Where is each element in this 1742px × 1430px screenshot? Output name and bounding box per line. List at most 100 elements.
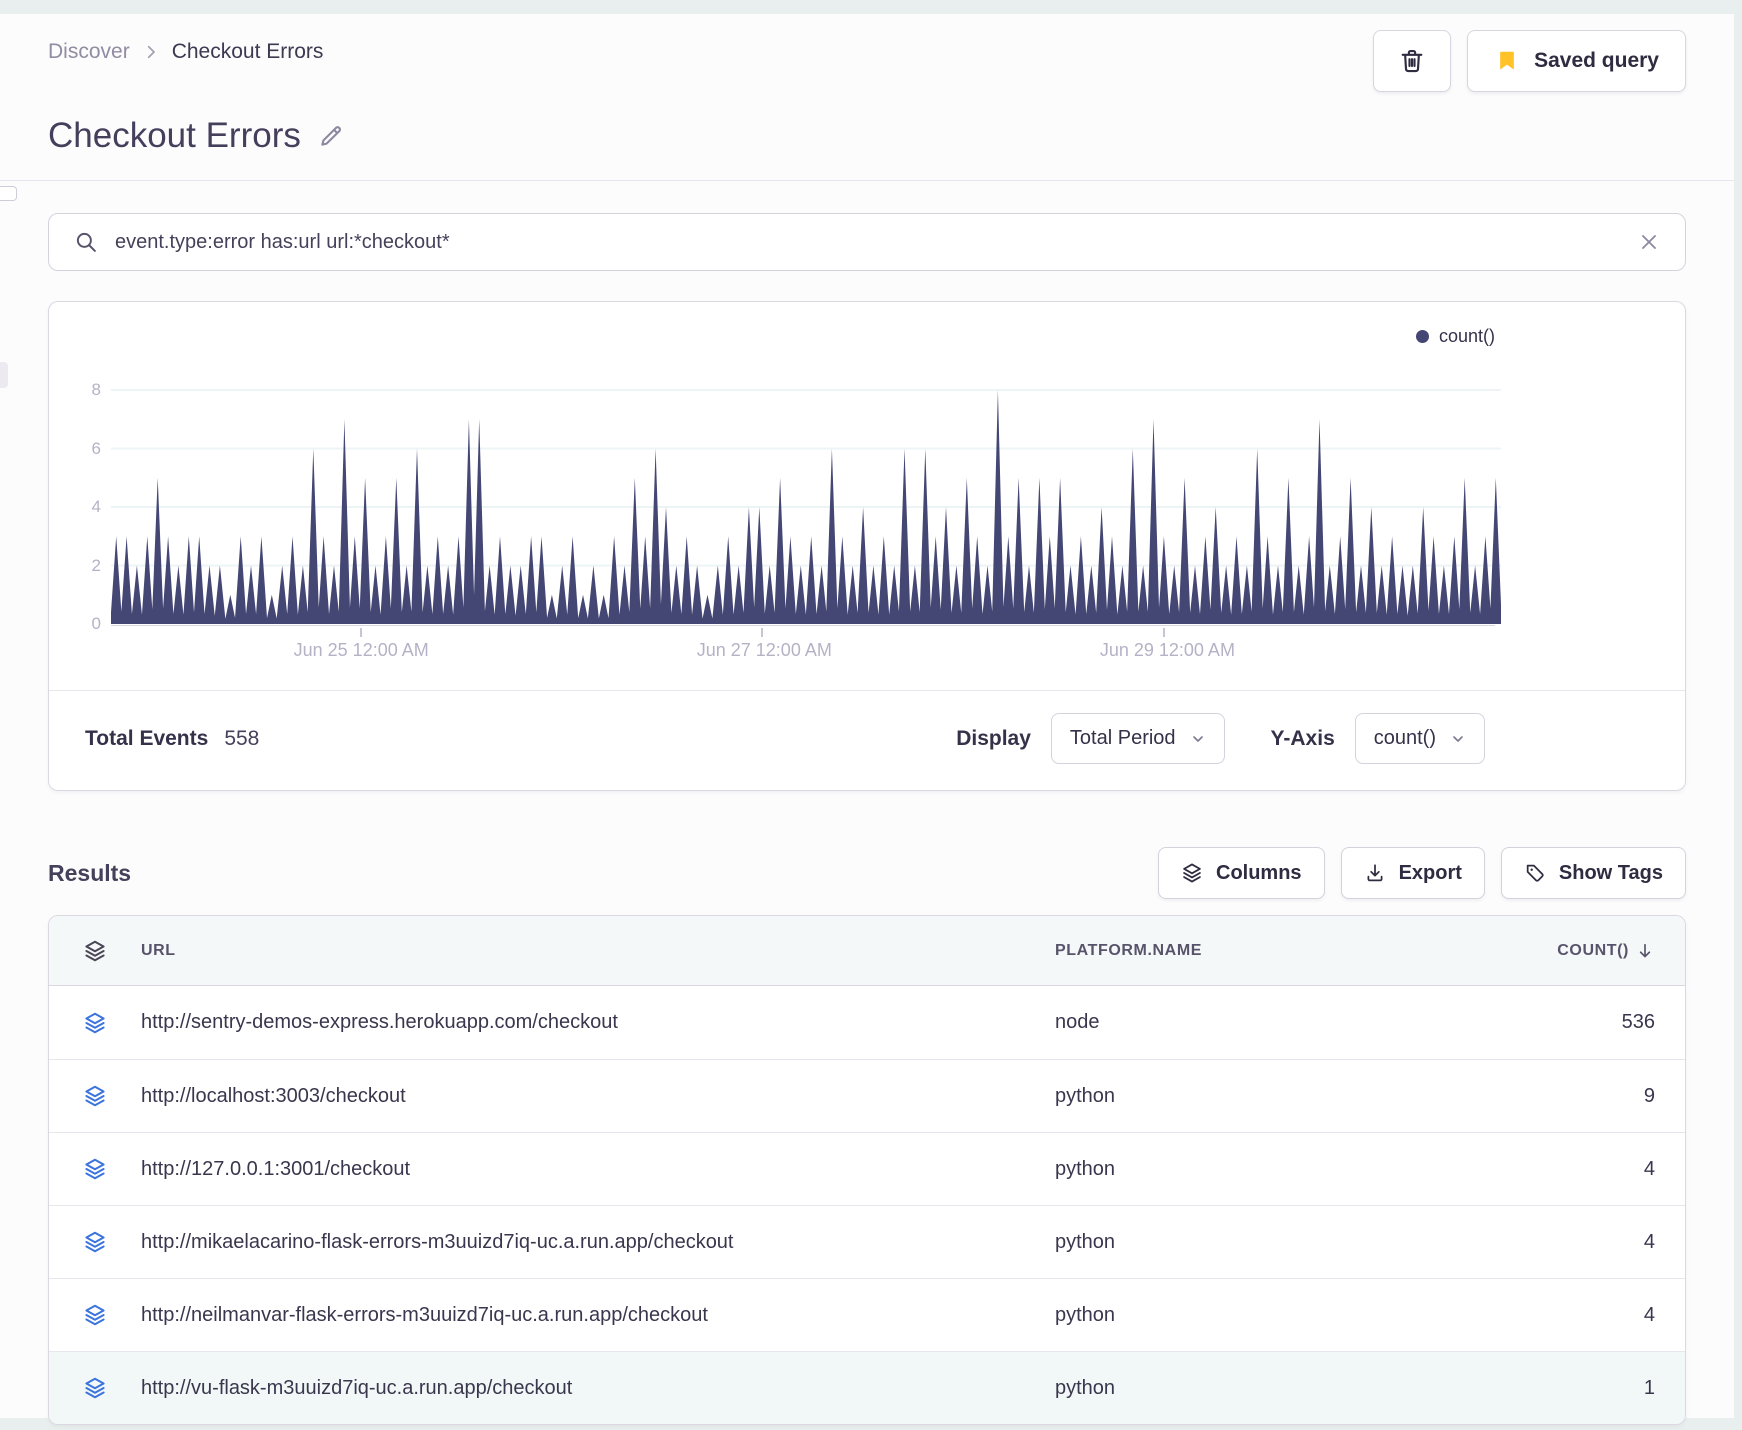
count-cell[interactable]: 4 [1455,1304,1655,1327]
search-icon [76,232,96,252]
platform-cell[interactable]: python [1055,1085,1455,1108]
count-cell[interactable]: 9 [1455,1085,1655,1108]
legend-label: count() [1438,325,1495,346]
count-cell[interactable]: 4 [1455,1231,1655,1254]
count-cell[interactable]: 536 [1455,1011,1655,1034]
chart-svg [111,389,1501,624]
x-tick-mark [761,628,764,637]
saved-query-button[interactable]: Saved query [1467,30,1686,92]
platform-cell[interactable]: python [1055,1377,1455,1400]
table-row: http://127.0.0.1:3001/checkout python 4 [49,1132,1685,1205]
header-divider [0,180,1734,181]
column-header-url[interactable]: URL [141,942,1055,960]
trash-icon [1401,49,1423,73]
column-header-count-label: COUNT() [1557,941,1629,959]
y-axis-labels: 0 2 4 6 8 [65,358,111,633]
platform-cell[interactable]: python [1055,1158,1455,1181]
show-tags-button[interactable]: Show Tags [1500,847,1686,899]
chevron-right-icon [147,45,155,59]
header-actions: Saved query [1373,30,1686,92]
header-layers-icon[interactable] [49,939,141,963]
x-tick-label: Jun 29 12:00 AM [1099,640,1235,660]
table-row: http://neilmanvar-flask-errors-m3uuizd7i… [49,1278,1685,1351]
saved-query-label: Saved query [1534,49,1659,72]
table-header-row: URL PLATFORM.NAME COUNT() [49,916,1685,986]
page-header: Discover Checkout Errors Saved query [48,14,1686,92]
sidebar-edge-mark [0,362,8,388]
row-layers-icon[interactable] [49,1303,141,1327]
page-title: Checkout Errors [48,116,301,155]
platform-cell[interactable]: node [1055,1011,1455,1034]
count-cell[interactable]: 4 [1455,1158,1655,1181]
x-tick-mark [360,628,363,637]
row-layers-icon[interactable] [49,1011,141,1035]
y-tick-label: 2 [91,555,101,575]
table-body: http://sentry-demos-express.herokuapp.co… [49,986,1685,1424]
y-tick-label: 0 [91,614,101,633]
columns-button-label: Columns [1216,861,1302,884]
results-table: URL PLATFORM.NAME COUNT() http://sentry-… [48,915,1686,1425]
chevron-down-icon [1192,735,1203,742]
x-tick-mark [1162,628,1165,637]
x-tick-label: Jun 27 12:00 AM [696,640,832,660]
search-input[interactable] [115,230,1621,254]
yaxis-value: count() [1373,727,1436,749]
tag-icon [1526,864,1544,882]
breadcrumb: Discover Checkout Errors [48,30,323,64]
yaxis-label: Y-Axis [1270,726,1335,750]
y-tick-label: 4 [91,497,101,516]
url-cell[interactable]: http://sentry-demos-express.herokuapp.co… [141,1011,1055,1034]
row-layers-icon[interactable] [49,1157,141,1181]
columns-button[interactable]: Columns [1158,847,1325,899]
breadcrumb-current: Checkout Errors [171,40,324,63]
chart-footer: Total Events 558 Display Total Period Y-… [49,690,1685,790]
delete-query-button[interactable] [1373,30,1452,92]
search-bar [48,213,1686,271]
edit-pencil-icon[interactable] [317,122,345,150]
x-axis-tick-labels: Jun 25 12:00 AM Jun 27 12:00 AM Jun 29 12:… [111,640,1501,674]
show-tags-button-label: Show Tags [1558,861,1663,884]
breadcrumb-discover[interactable]: Discover [48,40,130,64]
chart-plot [111,358,1501,637]
discover-page: Discover Checkout Errors Saved query Che… [0,14,1734,1425]
url-cell[interactable]: http://neilmanvar-flask-errors-m3uuizd7i… [141,1304,1055,1327]
column-header-count[interactable]: COUNT() [1455,941,1655,961]
legend-dot [1415,329,1429,343]
platform-cell[interactable]: python [1055,1231,1455,1254]
chevron-down-icon [1453,735,1463,742]
url-cell[interactable]: http://localhost:3003/checkout [141,1085,1055,1108]
row-layers-icon[interactable] [49,1230,141,1254]
table-row: http://mikaelacarino-flask-errors-m3uuiz… [49,1205,1685,1278]
column-header-platform[interactable]: PLATFORM.NAME [1055,942,1455,960]
events-chart-panel: count() 0 2 4 6 8 Jun 25 12:00 AM Jun 27 12:0… [48,301,1686,791]
export-button-label: Export [1398,861,1462,884]
url-cell[interactable]: http://mikaelacarino-flask-errors-m3uuiz… [141,1231,1055,1254]
yaxis-select[interactable]: count() [1354,713,1485,764]
clear-search-icon[interactable] [1637,230,1661,254]
layers-icon [1183,863,1201,883]
bookmark-icon [1500,51,1514,70]
y-tick-label: 8 [91,380,101,399]
display-label: Display [956,726,1031,750]
row-layers-icon[interactable] [49,1376,141,1400]
download-icon [1367,864,1383,882]
export-button[interactable]: Export [1340,847,1485,899]
sort-desc-icon [1639,943,1651,957]
display-value: Total Period [1069,727,1176,749]
chart-legend[interactable]: count() [65,324,1495,348]
url-cell[interactable]: http://127.0.0.1:3001/checkout [141,1158,1055,1181]
total-events-label: Total Events [85,726,209,750]
table-row: http://vu-flask-m3uuizd7iq-uc.a.run.app/… [49,1351,1685,1424]
table-row: http://sentry-demos-express.herokuapp.co… [49,986,1685,1059]
platform-cell[interactable]: python [1055,1304,1455,1327]
results-heading: Results [48,859,132,886]
sidebar-collapse-handle[interactable] [0,186,17,201]
total-events-value: 558 [224,726,260,750]
x-axis-line [111,625,1495,626]
table-row: http://localhost:3003/checkout python 9 [49,1059,1685,1132]
y-tick-label: 6 [91,438,101,458]
count-cell[interactable]: 1 [1455,1377,1655,1400]
url-cell[interactable]: http://vu-flask-m3uuizd7iq-uc.a.run.app/… [141,1377,1055,1400]
row-layers-icon[interactable] [49,1084,141,1108]
display-select[interactable]: Total Period [1050,713,1225,764]
